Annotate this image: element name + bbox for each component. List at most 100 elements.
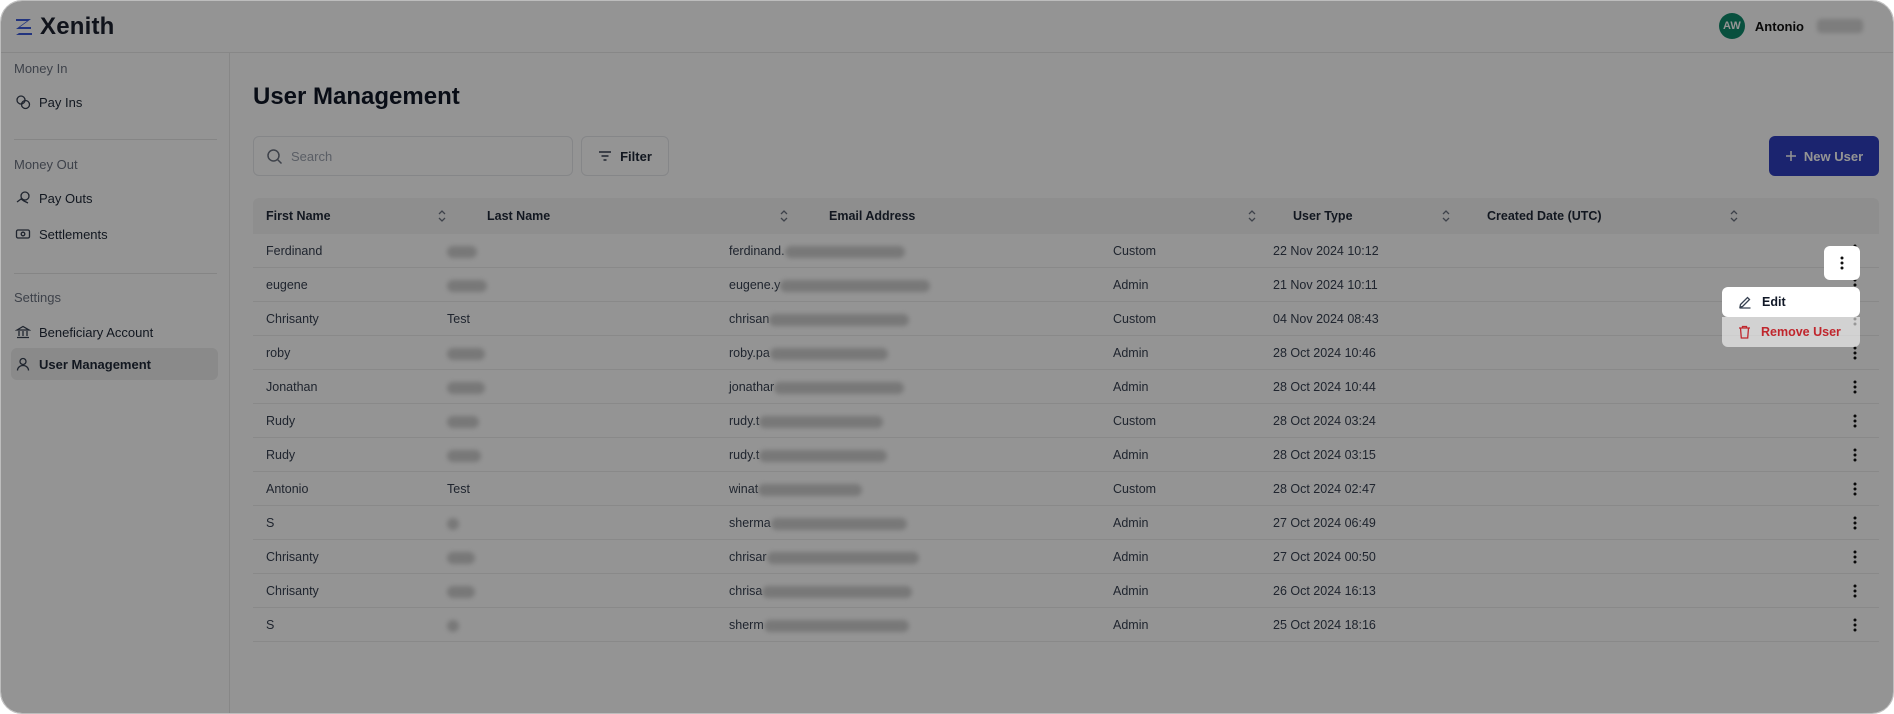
sort-icon[interactable] (778, 209, 790, 223)
sidebar-item-beneficiary-account[interactable]: Beneficiary Account (11, 316, 218, 348)
sidebar-item-pay-ins[interactable]: Pay Ins (11, 86, 218, 118)
cell-created-date-text: 28 Oct 2024 02:47 (1273, 482, 1376, 496)
sort-icon[interactable] (1440, 209, 1452, 223)
plus-icon (1785, 151, 1796, 161)
cell-created-date-text: 27 Oct 2024 00:50 (1273, 550, 1376, 564)
column-last-name[interactable]: Last Name (487, 198, 550, 234)
new-user-button[interactable]: New User (1769, 136, 1879, 176)
row-actions-button[interactable] (1843, 477, 1867, 501)
cell-user-type: Admin (1113, 438, 1148, 472)
table-row[interactable]: eugene eugene.y Admin 21 Nov 2024 10:11 (253, 268, 1879, 302)
sidebar-item-settlements[interactable]: Settlements (11, 218, 218, 250)
table-row[interactable]: Ssherm Admin 25 Oct 2024 18:16 (253, 608, 1879, 642)
kebab-menu-icon (1853, 516, 1857, 530)
cell-created-date: 28 Oct 2024 03:24 (1273, 404, 1376, 438)
cell-first-name-text: Jonathan (266, 380, 318, 394)
cell-user-type-text: Custom (1113, 244, 1157, 258)
kebab-menu-icon (1853, 346, 1857, 360)
column-email[interactable]: Email Address (829, 198, 915, 234)
row-actions-button[interactable] (1843, 511, 1867, 535)
sort-icon[interactable] (1246, 209, 1258, 223)
table-row[interactable]: Ssherma Admin 27 Oct 2024 06:49 (253, 506, 1879, 540)
cell-email-text: roby.pa (729, 346, 770, 360)
table-row[interactable]: roby roby.pa Admin 28 Oct 2024 10:46 (253, 336, 1879, 370)
sort-icon[interactable] (1728, 209, 1740, 223)
cell-user-type-text: Custom (1113, 482, 1157, 496)
column-created-date[interactable]: Created Date (UTC) (1487, 198, 1602, 234)
cell-user-type: Custom (1113, 472, 1156, 506)
cell-user-type: Admin (1113, 574, 1148, 608)
cell-user-type: Admin (1113, 540, 1148, 574)
column-first-name[interactable]: First Name (266, 198, 331, 234)
cell-email: chrisa (729, 574, 913, 608)
kebab-menu-icon (1853, 380, 1857, 394)
cell-user-type-text: Admin (1113, 516, 1149, 530)
cell-email: ferdinand. (729, 234, 905, 268)
sidebar-item-user-management[interactable]: User Management (11, 348, 218, 380)
row-actions-button[interactable] (1843, 545, 1867, 569)
filter-button[interactable]: Filter (581, 136, 669, 176)
table-row[interactable]: Rudy rudy.t Custom 28 Oct 2024 03:24 (253, 404, 1879, 438)
row-actions-button-active[interactable] (1824, 246, 1860, 280)
menu-item-label: Edit (1762, 295, 1786, 309)
menu-item-edit[interactable]: Edit (1722, 287, 1860, 317)
redacted-text (759, 449, 888, 462)
cell-first-name: Jonathan (266, 370, 317, 404)
cell-last-name (447, 370, 485, 404)
row-actions-button[interactable] (1843, 409, 1867, 433)
table-row[interactable]: Rudy rudy.t Admin 28 Oct 2024 03:15 (253, 438, 1879, 472)
cell-last-name (447, 438, 481, 472)
user-menu[interactable]: AW Antonio (1718, 13, 1863, 39)
cell-first-name-text: S (266, 618, 275, 632)
sort-icon[interactable] (436, 209, 448, 223)
cell-created-date-text: 28 Oct 2024 03:15 (1273, 448, 1376, 462)
cell-email: chrisar (729, 540, 919, 574)
row-actions-button[interactable] (1843, 579, 1867, 603)
cell-first-name-text: Chrisanty (266, 312, 319, 326)
table-row[interactable]: Antonio Test winat Custom 28 Oct 2024 02:47 (253, 472, 1879, 506)
logo[interactable]: Xenith (14, 13, 115, 41)
kebab-menu-icon (1853, 482, 1857, 496)
redacted-text (762, 585, 913, 598)
cell-first-name-text: Ferdinand (266, 244, 323, 258)
cell-email-text: winat (729, 482, 759, 496)
redacted-text (769, 347, 888, 360)
cell-created-date: 21 Nov 2024 10:11 (1273, 268, 1378, 302)
search-box[interactable] (253, 136, 573, 176)
cell-user-type: Admin (1113, 506, 1148, 540)
kebab-menu-icon (1853, 584, 1857, 598)
column-user-type[interactable]: User Type (1293, 198, 1353, 234)
cell-first-name: Rudy (266, 404, 295, 438)
row-actions-button[interactable] (1843, 375, 1867, 399)
cell-first-name-text: Antonio (266, 482, 309, 496)
cell-last-name (447, 506, 459, 540)
cell-last-name (447, 574, 475, 608)
redacted-text (447, 585, 475, 598)
table-row[interactable]: Jonathan jonathar Admin 28 Oct 2024 10:44 (253, 370, 1879, 404)
cell-created-date: 26 Oct 2024 16:13 (1273, 574, 1376, 608)
pencil-icon (1739, 296, 1751, 309)
cell-email: sherm (729, 608, 909, 642)
table-row[interactable]: Chrisanty Test chrisan Custom 04 Nov 2024 08… (253, 302, 1879, 336)
cell-user-type-text: Admin (1113, 346, 1149, 360)
redacted-text (447, 381, 485, 394)
sidebar-item-pay-outs[interactable]: Pay Outs (11, 182, 218, 214)
search-input[interactable] (291, 148, 551, 164)
cell-user-type: Custom (1113, 302, 1156, 336)
redacted-text (780, 279, 931, 292)
menu-item-remove-user[interactable]: Remove User (1722, 317, 1860, 347)
redacted-text (770, 517, 907, 530)
table-row[interactable]: Chrisanty chrisa Admin 26 Oct 2024 16:13 (253, 574, 1879, 608)
cell-email-text: rudy.t (729, 414, 760, 428)
cell-created-date: 28 Oct 2024 10:46 (1273, 336, 1376, 370)
cell-first-name-text: eugene (266, 278, 308, 292)
cell-email-text: sherm (729, 618, 764, 632)
table-row[interactable]: Chrisanty chrisar Admin 27 Oct 2024 00:50 (253, 540, 1879, 574)
cell-user-type-text: Admin (1113, 380, 1149, 394)
row-actions-button[interactable] (1843, 443, 1867, 467)
row-actions-button[interactable] (1843, 613, 1867, 637)
table-row[interactable]: Ferdinand ferdinand. Custom 22 Nov 2024 10:… (253, 234, 1879, 268)
cell-first-name-text: Chrisanty (266, 584, 319, 598)
cell-created-date: 27 Oct 2024 00:50 (1273, 540, 1376, 574)
cell-created-date: 04 Nov 2024 08:43 (1273, 302, 1379, 336)
